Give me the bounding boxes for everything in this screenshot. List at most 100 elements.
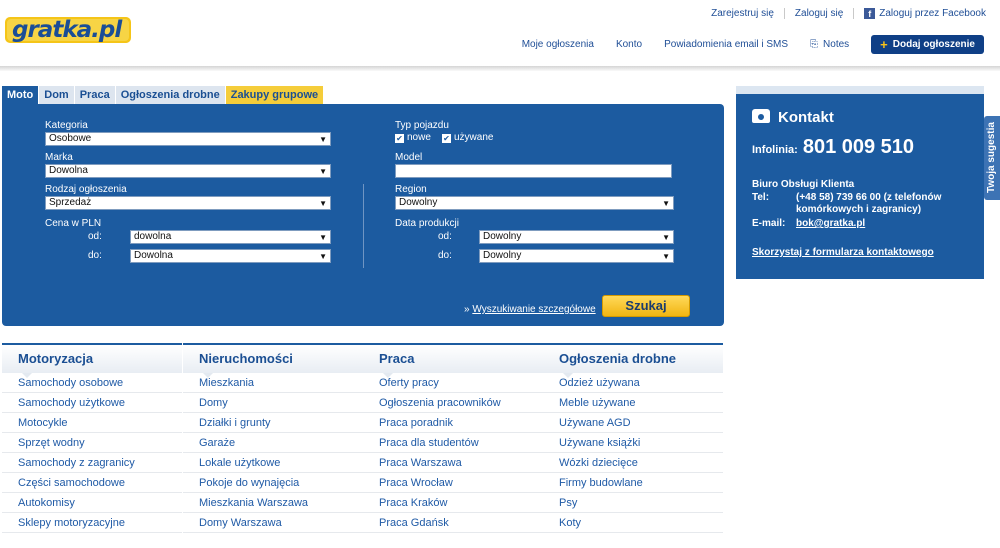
category-link[interactable]: Motocykle	[2, 413, 182, 433]
category-link[interactable]: Samochody użytkowe	[2, 393, 182, 413]
data-do-select[interactable]: Dowolny ▼	[479, 249, 674, 263]
model-label: Model	[395, 152, 423, 163]
user-nav: Moje ogłoszenia Konto Powiadomienia emai…	[500, 35, 984, 54]
gratka-logo[interactable]: gratka.pl	[4, 14, 132, 46]
uzywane-checkbox[interactable]: ✔ używane	[442, 132, 493, 143]
category-header[interactable]: Ogłoszenia drobne	[543, 343, 723, 378]
category-link[interactable]: Sklepy motoryzacyjne	[2, 513, 182, 533]
category-link[interactable]: Firmy budowlane	[543, 473, 723, 493]
header-notch	[203, 373, 213, 378]
rodzaj-value: Sprzedaż	[49, 197, 92, 208]
facebook-icon: f	[864, 8, 876, 19]
kategoria-value: Osobowe	[49, 133, 92, 144]
data-od-select[interactable]: Dowolny ▼	[479, 230, 674, 244]
data-do-label: do:	[438, 250, 452, 261]
cena-od-select[interactable]: dowolna ▼	[130, 230, 331, 244]
kategoria-label: Kategoria	[45, 120, 88, 131]
advanced-search-link[interactable]: Wyszukiwanie szczegółowe	[472, 304, 595, 315]
category-title: Nieruchomości	[199, 351, 293, 366]
category-header[interactable]: Motoryzacja	[2, 343, 182, 378]
category-link[interactable]: Praca Gdańsk	[363, 513, 543, 533]
category-header[interactable]: Praca	[363, 343, 543, 378]
category-link[interactable]: Autokomisy	[2, 493, 182, 513]
category-link[interactable]: Mieszkania Warszawa	[183, 493, 363, 513]
advanced-search: » Wyszukiwanie szczegółowe	[464, 304, 596, 315]
tab-praca[interactable]: Praca	[74, 86, 115, 104]
cena-do-select[interactable]: Dowolna ▼	[130, 249, 331, 263]
category-link[interactable]: Domy	[183, 393, 363, 413]
category-link[interactable]: Praca dla studentów	[363, 433, 543, 453]
category-link[interactable]: Części samochodowe	[2, 473, 182, 493]
category-link[interactable]: Koty	[543, 513, 723, 533]
my-ads-link[interactable]: Moje ogłoszenia	[522, 39, 594, 50]
phone-icon	[752, 109, 770, 123]
kategoria-select[interactable]: Osobowe ▼	[45, 132, 331, 146]
notes-icon: ⎘	[810, 39, 819, 50]
region-value: Dowolny	[399, 197, 438, 208]
data-do-value: Dowolny	[483, 250, 522, 261]
rodzaj-select[interactable]: Sprzedaż ▼	[45, 196, 331, 210]
notifications-link[interactable]: Powiadomienia email i SMS	[664, 39, 788, 50]
category-link[interactable]: Meble używane	[543, 393, 723, 413]
category-link[interactable]: Ogłoszenia pracowników	[363, 393, 543, 413]
rodzaj-label: Rodzaj ogłoszenia	[45, 184, 127, 195]
category-nieruchomosci: Nieruchomości Mieszkania Domy Działki i …	[183, 343, 363, 533]
dropdown-arrow-icon: ▼	[319, 135, 327, 144]
tel-label: Tel:	[752, 192, 770, 203]
search-tabs: Moto Dom Praca Ogłoszenia drobne Zakupy …	[2, 86, 324, 104]
region-select[interactable]: Dowolny ▼	[395, 196, 674, 210]
infolinia-number: 801 009 510	[802, 136, 915, 158]
category-link[interactable]: Wózki dziecięce	[543, 453, 723, 473]
notes-link[interactable]: ⎘ Notes	[810, 39, 849, 50]
search-panel: Kategoria Osobowe ▼ Marka Dowolna ▼ Rodzaj…	[2, 104, 724, 326]
category-link[interactable]: Sprzęt wodny	[2, 433, 182, 453]
dropdown-arrow-icon: ▼	[319, 233, 327, 242]
tab-zakupy-grupowe[interactable]: Zakupy grupowe	[225, 86, 324, 104]
account-link[interactable]: Konto	[616, 39, 642, 50]
category-title: Ogłoszenia drobne	[559, 351, 677, 366]
category-link[interactable]: Pokoje do wynajęcia	[183, 473, 363, 493]
facebook-login-link[interactable]: f Zaloguj przez Facebook	[854, 8, 986, 19]
contact-form-link[interactable]: Skorzystaj z formularza kontaktowego	[752, 247, 934, 258]
biuro-title: Biuro Obsługi Klienta	[752, 179, 855, 190]
category-link[interactable]: Samochody z zagranicy	[2, 453, 182, 473]
category-link[interactable]: Lokale użytkowe	[183, 453, 363, 473]
add-ad-button[interactable]: + Dodaj ogłoszenie	[871, 35, 984, 54]
infolinia-label: Infolinia:	[752, 144, 798, 156]
model-input[interactable]	[395, 164, 672, 178]
header-notch	[383, 373, 393, 378]
cena-od-value: dowolna	[134, 231, 172, 242]
kontakt-title-text: Kontakt	[778, 109, 834, 126]
category-link[interactable]: Psy	[543, 493, 723, 513]
category-praca: Praca Oferty pracy Ogłoszenia pracownikó…	[363, 343, 543, 533]
tab-ogloszenia-drobne[interactable]: Ogłoszenia drobne	[115, 86, 225, 104]
tab-moto[interactable]: Moto	[2, 86, 39, 104]
category-link[interactable]: Używane AGD	[543, 413, 723, 433]
marka-value: Dowolna	[49, 165, 88, 176]
login-link[interactable]: Zaloguj się	[785, 8, 853, 19]
logo-text: gratka.pl	[12, 17, 122, 43]
category-header[interactable]: Nieruchomości	[183, 343, 363, 378]
plus-icon: +	[880, 36, 888, 52]
kontakt-box: Kontakt Infolinia: 801 009 510 Biuro Obs…	[736, 86, 984, 279]
infolinia: Infolinia: 801 009 510	[752, 136, 914, 159]
category-link[interactable]: Praca Warszawa	[363, 453, 543, 473]
szukaj-button[interactable]: Szukaj	[602, 295, 690, 317]
category-link[interactable]: Domy Warszawa	[183, 513, 363, 533]
category-link[interactable]: Praca Wrocław	[363, 473, 543, 493]
category-link[interactable]: Praca Kraków	[363, 493, 543, 513]
tab-dom[interactable]: Dom	[39, 86, 74, 104]
notes-label: Notes	[823, 39, 850, 50]
category-link[interactable]: Praca poradnik	[363, 413, 543, 433]
marka-select[interactable]: Dowolna ▼	[45, 164, 331, 178]
data-produkcji-label: Data produkcji	[395, 218, 459, 229]
register-link[interactable]: Zarejestruj się	[701, 8, 784, 19]
cena-label: Cena w PLN	[45, 218, 102, 229]
nowe-checkbox[interactable]: ✔ nowe	[395, 132, 431, 143]
dropdown-arrow-icon: ▼	[319, 199, 327, 208]
suggestion-tab[interactable]: Twoja sugestia	[984, 116, 1000, 200]
category-link[interactable]: Garaże	[183, 433, 363, 453]
email-link[interactable]: bok@gratka.pl	[796, 218, 865, 229]
category-link[interactable]: Działki i grunty	[183, 413, 363, 433]
category-link[interactable]: Używane książki	[543, 433, 723, 453]
